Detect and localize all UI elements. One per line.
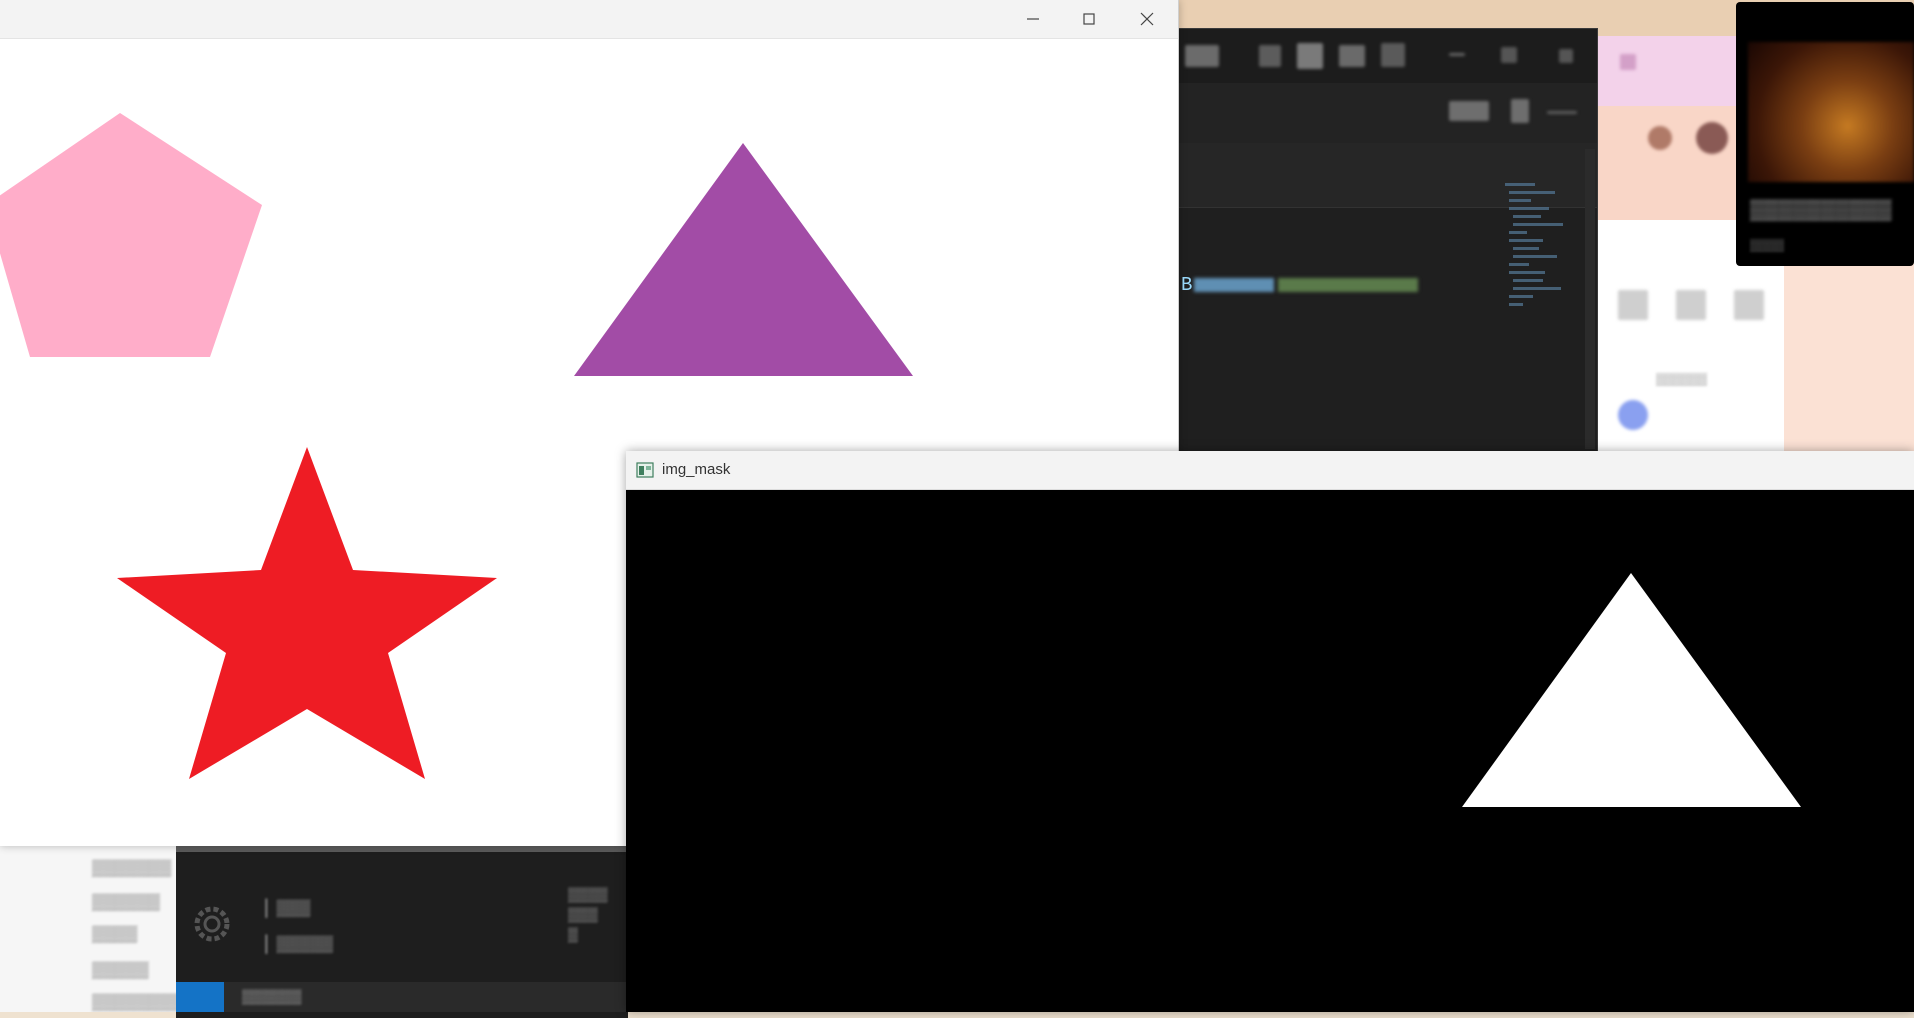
- explorer-row-blurred: ▒▒▒▒▒▒: [92, 894, 161, 911]
- editor-code-prefix: B: [1181, 274, 1193, 296]
- image-app-icon: [636, 462, 654, 478]
- media-album-art: [1748, 42, 1914, 182]
- dark-status-text-blurred: ▒▒▒▒▒▒: [242, 988, 302, 1004]
- media-title-blurred: ▒▒▒▒▒▒▒▒▒▒: [1750, 199, 1892, 221]
- close-button[interactable]: [1118, 0, 1176, 38]
- editor-code-blurred-2: [1278, 277, 1419, 292]
- gear-icon[interactable]: [190, 902, 234, 946]
- img-mask-window[interactable]: img_mask: [626, 451, 1914, 1012]
- editor-code-line: B: [1181, 274, 1419, 296]
- app-panel-label-blurred: ▒▒▒▒▒▒: [1656, 372, 1708, 386]
- editor-minimap[interactable]: [1501, 179, 1571, 369]
- shapes-window-titlebar[interactable]: [0, 0, 1178, 39]
- minimize-button[interactable]: [1004, 0, 1062, 38]
- maximize-button[interactable]: [1060, 0, 1118, 38]
- media-popup[interactable]: ▒▒▒▒▒▒▒▒▒▒ ▒▒▒▒: [1736, 2, 1914, 266]
- maximize-icon: [1083, 13, 1095, 25]
- editor-code-blurred: [1194, 277, 1275, 292]
- red-star: [117, 447, 497, 779]
- purple-triangle: [574, 143, 913, 376]
- explorer-row-blurred: ▒▒▒▒▒▒▒: [92, 860, 172, 877]
- explorer-row-blurred: ▒▒▒▒▒▒▒▒: [92, 994, 183, 1011]
- editor-scrollbar[interactable]: [1585, 149, 1595, 449]
- background-dark-panel[interactable]: │ ▒▒▒ │ ▒▒▒▒▒ ▒▒▒▒ ▒▒▒ ▒ ▒▒▒▒▒▒: [176, 846, 628, 1018]
- editor-titlebar: [1179, 29, 1597, 83]
- close-icon: [1140, 12, 1154, 26]
- dark-right-blurred: ▒▒▒▒ ▒▒▒ ▒: [568, 886, 608, 942]
- editor-toolbar: [1179, 83, 1597, 143]
- explorer-row-blurred: ▒▒▒▒: [92, 926, 138, 943]
- pink-pentagon: [0, 113, 262, 357]
- img-mask-title: img_mask: [662, 461, 731, 478]
- media-subtitle-blurred: ▒▒▒▒: [1750, 238, 1785, 252]
- dark-item-blurred: │ ▒▒▒▒▒: [262, 936, 334, 953]
- explorer-row-blurred: ▒▒▒▒▒: [92, 962, 149, 979]
- dark-statusbar: ▒▒▒▒▒▒: [176, 982, 628, 1012]
- background-code-editor-window[interactable]: B: [1178, 28, 1598, 454]
- dark-status-button[interactable]: [176, 982, 224, 1012]
- dark-item-blurred: │ ▒▒▒: [262, 900, 311, 917]
- img-mask-canvas: [626, 490, 1914, 1012]
- img-mask-titlebar[interactable]: img_mask: [626, 451, 1914, 490]
- minimize-icon: [1027, 18, 1039, 20]
